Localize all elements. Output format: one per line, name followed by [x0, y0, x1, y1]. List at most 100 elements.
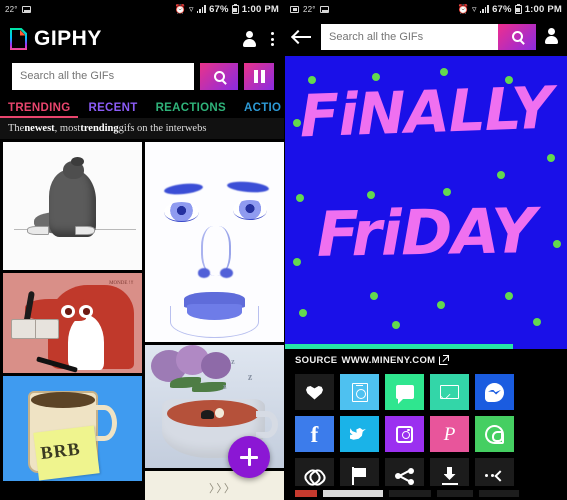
share-tile-email[interactable] — [430, 374, 469, 410]
left-phone-panel: 22° ⏰ ▿ 67% 1:00 PM GIPHY Search all the… — [0, 0, 284, 500]
bottom-partial-strip — [285, 486, 567, 500]
banner-text-3: gifs on the interwebs — [118, 123, 207, 134]
bottom-chip-3 — [479, 489, 519, 497]
share-tile-pinterest[interactable]: P — [430, 416, 469, 452]
search-icon — [213, 70, 225, 82]
search-input[interactable] — [12, 62, 194, 90]
battery-percent: 67% — [209, 3, 229, 15]
bottom-red-chip — [295, 489, 317, 497]
messenger-icon — [485, 382, 504, 402]
battery-icon-right — [514, 3, 522, 14]
alarm-icon-right: ⏰ — [457, 3, 469, 14]
tab-reactions[interactable]: REACTIONS — [156, 102, 226, 118]
battery-percent-right: 67% — [492, 3, 512, 15]
screenshot-saved-icon — [290, 5, 299, 13]
alarm-icon: ⏰ — [174, 3, 186, 14]
envelope-icon — [440, 385, 459, 399]
gif-text-line-2: FriDAY — [316, 194, 536, 271]
detail-search-row — [285, 18, 567, 56]
status-bar-right: 22° ⏰ ▿ 67% 1:00 PM — [285, 0, 567, 18]
share-tile-facebook[interactable]: f — [295, 416, 334, 452]
giphy-page-icon — [10, 28, 27, 50]
banner-bold-1: newest — [24, 123, 55, 134]
gif-text-line-1: FiNALLY — [298, 73, 554, 151]
plus-icon — [240, 448, 258, 466]
two-phone-screenshot: 22° ⏰ ▿ 67% 1:00 PM GIPHY Search all the… — [0, 0, 567, 500]
download-icon — [441, 467, 459, 485]
share-options-grid: fP — [285, 374, 567, 494]
document-scan-icon — [351, 382, 368, 402]
detail-search-input[interactable] — [321, 23, 498, 50]
banner-bold-2: trending — [80, 123, 119, 134]
battery-icon — [231, 3, 239, 14]
signal-icon — [196, 5, 207, 13]
chat-bubble-icon — [395, 385, 414, 404]
detail-search-submit-button[interactable] — [498, 23, 536, 50]
share-tile-instagram[interactable] — [385, 416, 424, 452]
share-tile-favorite-heart[interactable] — [295, 374, 334, 410]
trending-banner: The newest, most trending gifs on the in… — [0, 118, 284, 139]
share-icon — [395, 467, 414, 485]
gif-preview[interactable]: FiNALLY FriDAY — [285, 56, 567, 344]
account-icon-right[interactable] — [544, 28, 559, 45]
banner-text-2: , most — [54, 123, 81, 134]
account-icon[interactable] — [242, 30, 257, 48]
share-tile-sms-message[interactable] — [385, 374, 424, 410]
gif-card-cream-partial[interactable]: 〉〉〉 — [145, 471, 284, 500]
share-tile-whatsapp[interactable] — [475, 416, 514, 452]
search-row-left — [0, 60, 284, 92]
overflow-menu-icon[interactable] — [270, 32, 274, 46]
status-bar-left: 22° ⏰ ▿ 67% 1:00 PM — [0, 0, 284, 18]
app-title: GIPHY — [34, 27, 102, 50]
twitter-bird-icon — [349, 427, 366, 440]
pinterest-icon: P — [443, 423, 456, 445]
tab-trending[interactable]: TRENDING — [0, 102, 80, 118]
status-clock: 1:00 PM — [241, 3, 279, 15]
share-tile-twitter[interactable] — [340, 416, 379, 452]
right-phone-panel: 22° ⏰ ▿ 67% 1:00 PM Search all the GIFs … — [284, 0, 567, 500]
whatsapp-icon — [485, 424, 504, 444]
wifi-icon: ▿ — [188, 3, 194, 14]
external-link-icon — [439, 355, 450, 365]
gif-card-red-fox[interactable]: MONDE !!! — [3, 273, 142, 373]
pause-button[interactable] — [244, 62, 274, 90]
link-icon — [305, 470, 325, 483]
signal-icon-right — [479, 5, 490, 13]
bottom-chip-1 — [389, 489, 431, 497]
bottom-chip-2 — [437, 489, 473, 497]
status-temperature: 22° — [5, 4, 18, 14]
tab-actions[interactable]: ACTIO — [244, 102, 281, 118]
screenshot-icon — [21, 5, 31, 13]
share-tile-giphy-scan[interactable] — [340, 374, 379, 410]
source-url[interactable]: WWW.MINENY.COM — [341, 355, 435, 366]
more-options-icon — [484, 469, 506, 482]
search-box[interactable] — [12, 62, 194, 90]
bottom-white-chip — [323, 489, 383, 497]
gif-progress-fill — [285, 344, 514, 349]
share-tile-facebook-messenger[interactable] — [475, 374, 514, 410]
brb-note-text: BRB — [39, 437, 82, 463]
category-tabs: TRENDING RECENT REACTIONS ACTIO — [0, 92, 284, 118]
back-arrow-icon[interactable] — [293, 29, 313, 45]
status-clock-right: 1:00 PM — [524, 3, 562, 15]
source-attribution[interactable]: SOURCE WWW.MINENY.COM — [285, 349, 567, 374]
search-submit-button[interactable] — [200, 62, 238, 90]
tab-recent[interactable]: RECENT — [88, 102, 137, 118]
gif-card-pencil-girl[interactable] — [3, 142, 142, 270]
gif-card-blue-face[interactable] — [145, 142, 284, 342]
flag-icon — [352, 467, 367, 485]
banner-text-1: The — [8, 123, 25, 134]
facebook-icon: f — [310, 421, 319, 447]
gif-progress-bar[interactable] — [285, 344, 567, 349]
wifi-icon-right: ▿ — [471, 3, 477, 14]
search-icon-right — [511, 31, 523, 42]
source-label: SOURCE — [295, 355, 338, 366]
upload-fab-button[interactable] — [228, 436, 270, 478]
instagram-icon — [396, 425, 413, 443]
gif-card-brb-coffee[interactable]: BRB — [3, 376, 142, 481]
app-header: GIPHY — [0, 18, 284, 60]
image-icon — [319, 5, 329, 13]
giphy-logo: GIPHY — [10, 27, 102, 51]
status-temperature-right: 22° — [303, 4, 316, 14]
detail-search-box[interactable] — [321, 23, 536, 50]
